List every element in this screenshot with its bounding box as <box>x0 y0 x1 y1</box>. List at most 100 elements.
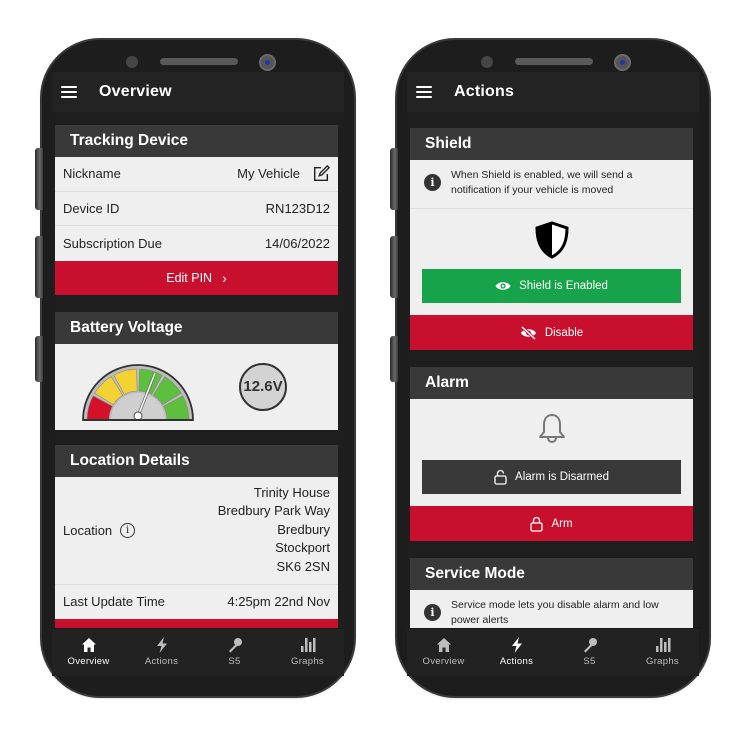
shield-info: i When Shield is enabled, we will send a… <box>410 160 693 209</box>
row-label: Nickname <box>63 166 121 182</box>
row-label: Last Update Time <box>63 594 165 609</box>
nav-item-s5[interactable]: S5 <box>553 629 626 676</box>
address-line: Bredbury Park Way <box>217 503 330 519</box>
side-button <box>390 336 398 382</box>
location-row: Location i Trinity House Bredbury Park W… <box>55 477 338 585</box>
button-label: Disable <box>544 326 584 339</box>
nav-item-graphs[interactable]: Graphs <box>626 629 699 676</box>
front-camera <box>259 54 276 71</box>
unlock-icon <box>494 469 507 485</box>
nav-label: S5 <box>228 656 241 667</box>
lightning-icon <box>511 637 522 653</box>
nav-item-graphs[interactable]: Graphs <box>271 629 344 676</box>
bar-chart-icon <box>300 638 315 652</box>
nav-label: Graphs <box>291 656 324 667</box>
phone-overview: Overview Tracking Device Nickname My Veh… <box>35 40 354 696</box>
shield-status: Shield is Enabled <box>422 269 681 303</box>
nav-item-overview[interactable]: Overview <box>407 629 480 676</box>
chevron-right-icon: › <box>222 269 227 286</box>
edit-icon[interactable] <box>312 164 330 183</box>
bar-chart-icon <box>655 638 670 652</box>
subscription-value: 14/06/2022 <box>264 235 330 251</box>
needle-pivot <box>133 410 143 421</box>
bell-icon-area <box>410 399 693 460</box>
side-button <box>390 148 398 210</box>
status-label: Alarm is Disarmed <box>515 471 609 483</box>
app-bar: Actions <box>407 72 699 112</box>
button-label: Edit PIN <box>166 270 213 285</box>
shield-icon-area <box>410 209 693 269</box>
nav-label: Overview <box>67 656 110 667</box>
screen: Overview Tracking Device Nickname My Veh… <box>52 72 344 676</box>
key-icon <box>583 638 597 653</box>
location-details-card: Location Details Location i Trinity Hous… <box>55 444 338 628</box>
page-title: Overview <box>99 83 172 100</box>
address-line: Trinity House <box>253 484 330 500</box>
side-button <box>390 236 398 298</box>
overview-content[interactable]: Tracking Device Nickname My Vehicle Devi… <box>52 112 344 628</box>
screen: Actions Shield i When Shield is enabled,… <box>407 72 699 676</box>
service-mode-info: i Service mode lets you disable alarm an… <box>410 590 693 628</box>
hamburger-menu-icon[interactable] <box>61 86 77 98</box>
nav-label: Actions <box>144 656 179 667</box>
nav-label: S5 <box>583 656 596 667</box>
nav-item-actions[interactable]: Actions <box>480 629 553 676</box>
sensor-dot <box>481 56 493 68</box>
nav-label: Graphs <box>646 656 679 667</box>
tracking-device-card: Tracking Device Nickname My Vehicle Devi… <box>55 125 338 295</box>
last-update-row: Last Update Time 4:25pm 22nd Nov <box>55 585 338 619</box>
battery-body: 12.6V <box>55 344 338 430</box>
nav-item-actions[interactable]: Actions <box>125 629 198 676</box>
shield-card: Shield i When Shield is enabled, we will… <box>410 128 693 350</box>
view-map-button[interactable]: View Map › <box>55 618 338 628</box>
last-update-value: 4:25pm 22nd Nov <box>227 594 330 609</box>
row-label: Device ID <box>63 200 120 216</box>
nav-item-overview[interactable]: Overview <box>52 629 125 676</box>
side-button <box>35 336 43 382</box>
button-label: Arm <box>551 517 573 530</box>
disable-button[interactable]: Disable <box>410 315 693 350</box>
info-icon: i <box>424 604 441 621</box>
device-id-value: RN123D12 <box>265 200 330 216</box>
card-header: Tracking Device <box>55 125 338 157</box>
actions-content[interactable]: Shield i When Shield is enabled, we will… <box>407 112 699 628</box>
address: Trinity House Bredbury Park Way Bredbury… <box>218 484 330 577</box>
home-icon <box>436 638 451 652</box>
speaker-grille <box>160 58 238 65</box>
key-icon <box>228 638 242 653</box>
address-line: Stockport <box>275 540 330 556</box>
address-line: Bredbury <box>277 521 330 537</box>
subscription-row: Subscription Due 14/06/2022 <box>55 226 338 261</box>
eye-icon <box>495 282 511 290</box>
arm-button[interactable]: Arm <box>410 506 693 541</box>
bottom-nav: Overview Actions S5 Graphs <box>407 628 699 676</box>
card-header: Shield <box>410 128 693 160</box>
nav-label: Actions <box>499 656 534 667</box>
bell-icon <box>538 414 565 443</box>
alarm-status: Alarm is Disarmed <box>422 460 681 494</box>
alarm-card: Alarm Alarm is Disarmed Arm <box>410 367 693 541</box>
service-mode-card: Service Mode i Service mode lets you dis… <box>410 558 693 628</box>
card-header: Service Mode <box>410 558 693 590</box>
speaker-grille <box>515 58 593 65</box>
side-button <box>35 148 43 210</box>
info-text: Service mode lets you disable alarm and … <box>451 599 659 626</box>
card-header: Alarm <box>410 367 693 399</box>
home-icon <box>81 638 96 652</box>
info-icon[interactable]: i <box>120 522 136 538</box>
sensor-dot <box>126 56 138 68</box>
lock-icon <box>530 516 544 532</box>
info-text: When Shield is enabled, we will send a n… <box>451 169 633 196</box>
nav-item-s5[interactable]: S5 <box>198 629 271 676</box>
edit-pin-button[interactable]: Edit PIN › <box>55 260 338 295</box>
address-line: SK6 2SN <box>276 558 330 574</box>
shield-icon <box>534 221 569 259</box>
battery-gauge <box>82 363 194 421</box>
card-header: Location Details <box>55 444 338 477</box>
nav-label: Overview <box>422 656 465 667</box>
nickname-row: Nickname My Vehicle <box>55 157 338 192</box>
hamburger-menu-icon[interactable] <box>416 86 432 98</box>
front-camera <box>614 54 631 71</box>
app-bar: Overview <box>52 72 344 112</box>
card-header: Battery Voltage <box>55 311 338 344</box>
